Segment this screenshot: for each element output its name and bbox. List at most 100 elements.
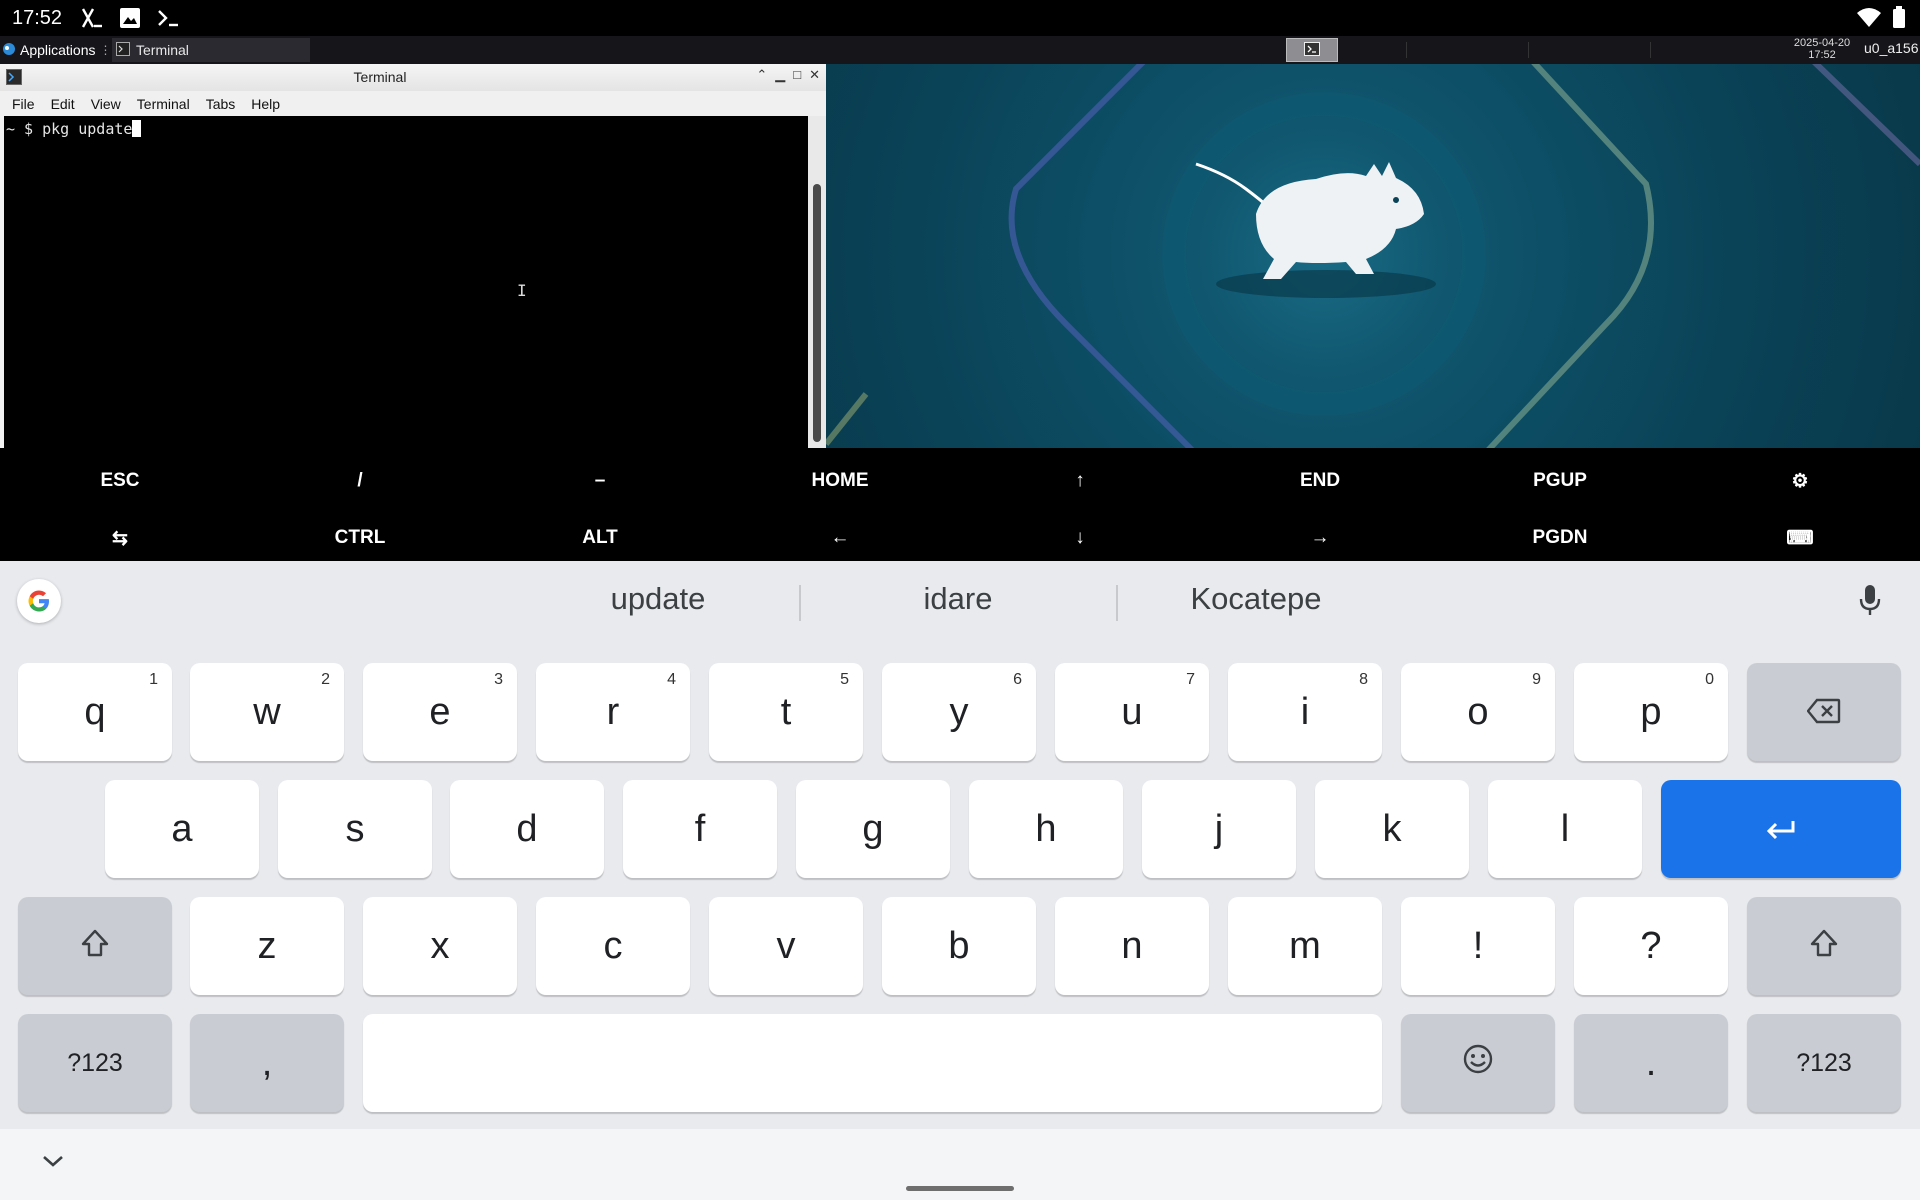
terminal-window[interactable]: Terminal ⌃ ▁ □ ✕ File Edit View Terminal… bbox=[0, 64, 826, 448]
workspace-divider bbox=[1650, 42, 1651, 58]
extra-key-right[interactable]: → bbox=[1200, 510, 1440, 566]
terminal-titlebar[interactable]: Terminal ⌃ ▁ □ ✕ bbox=[0, 64, 826, 91]
key-e[interactable]: e3 bbox=[363, 663, 517, 761]
suggestion-2[interactable]: idare bbox=[860, 581, 1056, 621]
terminal-prompt: ~ $ bbox=[6, 120, 43, 138]
panel-clock[interactable]: 2025-04-20 17:52 bbox=[1782, 37, 1862, 61]
terminal-command: pkg update bbox=[42, 120, 133, 138]
extra-key-pgup[interactable]: PGUP bbox=[1440, 453, 1680, 509]
key-b[interactable]: b bbox=[882, 897, 1036, 995]
key-o[interactable]: o9 bbox=[1401, 663, 1555, 761]
shift-left-key[interactable] bbox=[18, 897, 172, 995]
menu-help[interactable]: Help bbox=[251, 96, 280, 112]
symbols-key-left[interactable]: ?123 bbox=[18, 1014, 172, 1112]
key-j[interactable]: j bbox=[1142, 780, 1296, 878]
gboard-keyboard: update idare Kocatepe q1 w2 e3 r4 t5 y6 … bbox=[0, 561, 1920, 1129]
battery-icon bbox=[1892, 6, 1906, 32]
extra-key-left[interactable]: ← bbox=[720, 510, 960, 566]
extra-key-ctrl[interactable]: CTRL bbox=[240, 510, 480, 566]
key-y[interactable]: y6 bbox=[882, 663, 1036, 761]
desktop-wallpaper bbox=[826, 64, 1920, 448]
microphone-icon[interactable] bbox=[1858, 583, 1882, 619]
key-period[interactable]: . bbox=[1574, 1014, 1728, 1112]
extra-key-down[interactable]: ↓ bbox=[960, 510, 1200, 566]
symbols-key-right[interactable]: ?123 bbox=[1747, 1014, 1901, 1112]
key-v[interactable]: v bbox=[709, 897, 863, 995]
key-exclamation[interactable]: ! bbox=[1401, 897, 1555, 995]
key-i[interactable]: i8 bbox=[1228, 663, 1382, 761]
key-l[interactable]: l bbox=[1488, 780, 1642, 878]
extra-key-up[interactable]: ↑ bbox=[960, 453, 1200, 509]
key-w[interactable]: w2 bbox=[190, 663, 344, 761]
status-time: 17:52 bbox=[12, 6, 63, 29]
chevron-down-icon[interactable] bbox=[40, 1153, 66, 1173]
maximize-icon[interactable]: □ bbox=[793, 67, 801, 83]
key-a[interactable]: a bbox=[105, 780, 259, 878]
terminal-scrollbar[interactable] bbox=[808, 116, 826, 448]
menu-edit[interactable]: Edit bbox=[51, 96, 75, 112]
settings-gear-icon[interactable]: ⚙ bbox=[1680, 453, 1920, 509]
key-m[interactable]: m bbox=[1228, 897, 1382, 995]
key-s[interactable]: s bbox=[278, 780, 432, 878]
extra-key-alt[interactable]: ALT bbox=[480, 510, 720, 566]
taskbar-terminal-button[interactable]: Terminal bbox=[112, 38, 310, 62]
space-bar[interactable] bbox=[363, 1014, 1382, 1112]
key-x[interactable]: x bbox=[363, 897, 517, 995]
key-q[interactable]: q1 bbox=[18, 663, 172, 761]
key-h[interactable]: h bbox=[969, 780, 1123, 878]
suggestion-3[interactable]: Kocatepe bbox=[1156, 581, 1356, 621]
shift-icon bbox=[1809, 925, 1839, 968]
android-status-bar: 17:52 bbox=[0, 0, 1920, 36]
menu-view[interactable]: View bbox=[91, 96, 121, 112]
emoji-smiley-icon bbox=[1462, 1042, 1494, 1085]
suggestion-divider bbox=[799, 585, 801, 621]
extra-key-home[interactable]: HOME bbox=[720, 453, 960, 509]
emoji-key[interactable] bbox=[1401, 1014, 1555, 1112]
menu-tabs[interactable]: Tabs bbox=[206, 96, 236, 112]
key-t[interactable]: t5 bbox=[709, 663, 863, 761]
keyboard-toggle-icon[interactable]: ⌨ bbox=[1680, 510, 1920, 566]
shade-icon[interactable]: ⌃ bbox=[756, 67, 767, 83]
extra-key-esc[interactable]: ESC bbox=[0, 453, 240, 509]
terminal-workspace-icon bbox=[1304, 41, 1320, 59]
key-n[interactable]: n bbox=[1055, 897, 1209, 995]
terminal-prompt-icon bbox=[156, 6, 180, 30]
extra-key-tab-icon[interactable]: ⇆ bbox=[0, 510, 240, 566]
terminal-screen[interactable]: ~ $ pkg update bbox=[4, 116, 808, 448]
key-comma[interactable]: , bbox=[190, 1014, 344, 1112]
wallpaper-graphic bbox=[826, 64, 1920, 448]
key-d[interactable]: d bbox=[450, 780, 604, 878]
key-f[interactable]: f bbox=[623, 780, 777, 878]
key-k[interactable]: k bbox=[1315, 780, 1469, 878]
applications-menu-button[interactable]: Applications ⋮ bbox=[2, 39, 112, 61]
close-icon[interactable]: ✕ bbox=[809, 67, 820, 83]
suggestion-1[interactable]: update bbox=[560, 581, 756, 621]
key-u[interactable]: u7 bbox=[1055, 663, 1209, 761]
shift-right-key[interactable] bbox=[1747, 897, 1901, 995]
shift-icon bbox=[80, 925, 110, 968]
enter-arrow-icon bbox=[1765, 808, 1797, 851]
key-z[interactable]: z bbox=[190, 897, 344, 995]
enter-key[interactable] bbox=[1661, 780, 1901, 878]
workspace-divider bbox=[1406, 42, 1407, 58]
extra-key-dash[interactable]: – bbox=[480, 453, 720, 509]
key-question[interactable]: ? bbox=[1574, 897, 1728, 995]
image-icon bbox=[118, 6, 142, 30]
workspace-1-button[interactable] bbox=[1286, 38, 1338, 62]
extra-key-pgdn[interactable]: PGDN bbox=[1440, 510, 1680, 566]
navigation-area bbox=[0, 1129, 1920, 1200]
key-r[interactable]: r4 bbox=[536, 663, 690, 761]
extra-key-end[interactable]: END bbox=[1200, 453, 1440, 509]
extra-key-slash[interactable]: / bbox=[240, 453, 480, 509]
scrollbar-thumb[interactable] bbox=[813, 184, 821, 442]
gesture-nav-handle[interactable] bbox=[906, 1186, 1014, 1191]
workspace-divider bbox=[1528, 42, 1529, 58]
backspace-key[interactable] bbox=[1747, 663, 1901, 761]
google-logo-icon[interactable] bbox=[17, 579, 61, 623]
menu-file[interactable]: File bbox=[12, 96, 35, 112]
key-c[interactable]: c bbox=[536, 897, 690, 995]
minimize-icon[interactable]: ▁ bbox=[775, 67, 785, 83]
key-g[interactable]: g bbox=[796, 780, 950, 878]
menu-terminal[interactable]: Terminal bbox=[137, 96, 190, 112]
key-p[interactable]: p0 bbox=[1574, 663, 1728, 761]
